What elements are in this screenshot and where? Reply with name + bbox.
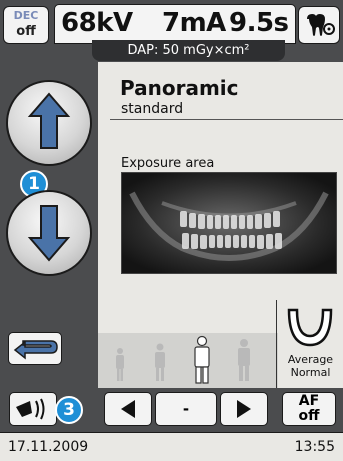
divider — [110, 119, 343, 120]
time-display: 13:55 — [294, 439, 335, 455]
jaw-shape-selector[interactable]: Average Normal — [276, 300, 343, 388]
symbol-button[interactable] — [298, 6, 340, 44]
af-state: off — [298, 408, 320, 424]
tooth-settings-icon — [307, 14, 335, 36]
increase-button[interactable] — [220, 392, 268, 426]
dec-button[interactable]: DEC off — [3, 6, 49, 44]
status-footer: 17.11.2009 13:55 — [0, 432, 343, 461]
exposure-area-image[interactable] — [121, 172, 337, 274]
program-title: Panoramic — [120, 76, 239, 100]
panoramic-xray-image — [122, 173, 336, 273]
return-button[interactable] — [8, 332, 62, 365]
jaw-shape-label: Normal — [290, 366, 331, 379]
exposure-parameters[interactable]: 68kV 7mA 9.5s — [54, 4, 296, 44]
arrow-up-icon — [27, 92, 71, 149]
af-button[interactable]: AF off — [282, 392, 336, 426]
up-button[interactable] — [6, 80, 92, 166]
arrow-down-icon — [27, 205, 71, 262]
af-label: AF — [298, 393, 320, 409]
time-value: 9.5s — [229, 8, 289, 38]
jaw-shape-icon — [287, 308, 333, 347]
exposure-area-label: Exposure area — [121, 156, 215, 171]
program-subtitle: standard — [121, 101, 184, 117]
value-display: - — [155, 392, 217, 426]
xray-control-screen: DEC off 68kV 7mA 9.5s DAP: 50 mGy×cm² 1 — [0, 0, 343, 461]
dec-state: off — [16, 24, 36, 39]
positioning-light-icon — [16, 398, 45, 420]
return-arrow-icon — [13, 340, 58, 360]
triangle-right-icon — [237, 400, 251, 418]
dec-label: DEC — [13, 9, 39, 22]
ma-value: 7mA — [162, 8, 226, 38]
triangle-left-icon — [121, 400, 135, 418]
date-display: 17.11.2009 — [8, 439, 89, 455]
top-bar: DEC off 68kV 7mA 9.5s DAP: 50 mGy×cm² — [0, 0, 343, 62]
selected-patient-figure — [194, 335, 210, 384]
kv-value: 68kV — [61, 8, 133, 38]
jaw-size-label: Average — [287, 353, 334, 366]
patient-figures — [116, 335, 250, 384]
down-button[interactable] — [6, 190, 92, 276]
dap-readout: DAP: 50 mGy×cm² — [92, 40, 285, 61]
decrease-button[interactable] — [104, 392, 152, 426]
step-badge-3: 3 — [55, 396, 83, 424]
positioning-light-button[interactable] — [9, 392, 57, 426]
